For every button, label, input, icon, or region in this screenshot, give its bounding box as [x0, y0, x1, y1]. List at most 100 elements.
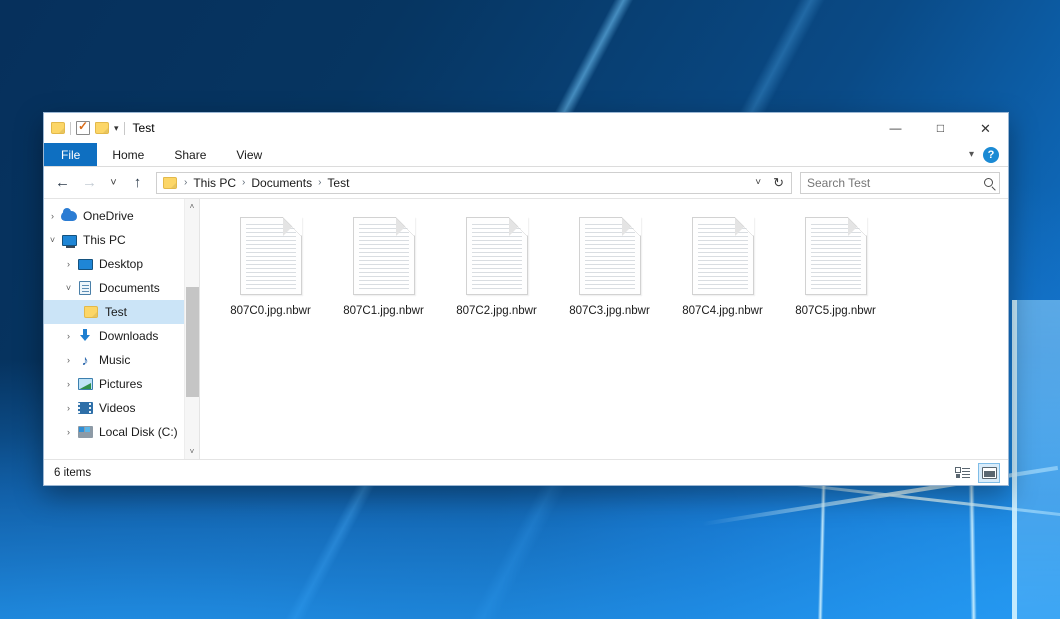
breadcrumb-item-documents[interactable]: Documents — [248, 176, 315, 190]
sidebar-item-label: This PC — [83, 233, 126, 247]
sidebar-item-label: Desktop — [99, 257, 143, 271]
chevron-down-icon[interactable]: ▾ — [969, 149, 974, 160]
ribbon-tab-bar: File Home Share View ▾ ? — [44, 143, 1008, 167]
sidebar-item-label: Documents — [99, 281, 160, 295]
breadcrumb[interactable]: › This PC › Documents › Test ˅ ↻ — [156, 172, 792, 194]
sidebar-item-pictures[interactable]: › Pictures — [44, 372, 184, 396]
file-icon-wrapper — [353, 213, 415, 299]
scroll-up-button[interactable]: ˄ — [185, 199, 200, 214]
chevron-right-icon[interactable]: › — [60, 259, 77, 269]
window-title: Test — [133, 121, 155, 135]
onedrive-icon — [61, 208, 77, 224]
sidebar-item-label: Videos — [99, 401, 135, 415]
file-item[interactable]: 807C5.jpg.nbwr — [779, 211, 892, 317]
refresh-icon[interactable]: ↻ — [768, 175, 789, 191]
sidebar-item-music[interactable]: › ♪ Music — [44, 348, 184, 372]
breadcrumb-item-test[interactable]: Test — [324, 176, 352, 190]
file-name-label: 807C4.jpg.nbwr — [682, 305, 763, 317]
chevron-right-icon[interactable]: › — [44, 211, 61, 221]
file-list-area[interactable]: 807C0.jpg.nbwr 807C1.jpg.nbwr — [200, 199, 1008, 459]
file-name-label: 807C1.jpg.nbwr — [343, 305, 424, 317]
file-name-label: 807C3.jpg.nbwr — [569, 305, 650, 317]
sidebar-item-documents[interactable]: ˅ Documents — [44, 276, 184, 300]
scrollbar-thumb[interactable] — [186, 287, 199, 397]
file-item[interactable]: 807C0.jpg.nbwr — [214, 211, 327, 317]
chevron-down-icon[interactable]: ˅ — [44, 235, 61, 245]
search-icon[interactable] — [984, 178, 993, 187]
search-box[interactable] — [800, 172, 1000, 194]
breadcrumb-separator-2: › — [315, 177, 324, 188]
tab-share[interactable]: Share — [159, 143, 221, 166]
search-input[interactable] — [807, 176, 980, 190]
folder-icon[interactable] — [51, 122, 65, 134]
file-item[interactable]: 807C2.jpg.nbwr — [440, 211, 553, 317]
quick-access-toolbar: ▾ — [44, 121, 125, 135]
file-name-label: 807C0.jpg.nbwr — [230, 305, 311, 317]
file-item[interactable]: 807C1.jpg.nbwr — [327, 211, 440, 317]
ribbon-right-controls: ▾ ? — [969, 143, 1008, 166]
scrollbar-track[interactable] — [185, 214, 200, 444]
tab-home[interactable]: Home — [97, 143, 159, 166]
details-view-button[interactable] — [951, 463, 973, 483]
file-item[interactable]: 807C4.jpg.nbwr — [666, 211, 779, 317]
address-bar: ← → ˅ ↑ › This PC › Documents › Test ˅ ↻ — [44, 167, 1008, 198]
chevron-right-icon[interactable]: › — [60, 355, 77, 365]
generic-document-icon — [353, 217, 415, 295]
sidebar-item-test[interactable]: Test — [44, 300, 184, 324]
file-icon-wrapper — [692, 213, 754, 299]
disk-icon — [77, 424, 93, 440]
maximize-icon: □ — [937, 122, 944, 134]
sidebar-item-onedrive[interactable]: › OneDrive — [44, 204, 184, 228]
chevron-right-icon[interactable]: › — [60, 331, 77, 341]
chevron-down-icon[interactable]: ˅ — [60, 283, 77, 293]
breadcrumb-item-this-pc[interactable]: This PC — [190, 176, 239, 190]
file-icon-wrapper — [805, 213, 867, 299]
minimize-button[interactable]: — — [873, 113, 918, 143]
desktop: ▾ Test — □ ✕ File Home Share View — [0, 0, 1060, 619]
back-button[interactable]: ← — [50, 170, 75, 195]
music-icon: ♪ — [77, 352, 93, 368]
title-bar: ▾ Test — □ ✕ — [44, 113, 1008, 143]
tab-view[interactable]: View — [221, 143, 277, 166]
details-view-icon — [955, 467, 970, 478]
sidebar-item-label: OneDrive — [83, 209, 134, 223]
chevron-right-icon[interactable]: › — [60, 427, 77, 437]
sidebar-item-desktop[interactable]: › Desktop — [44, 252, 184, 276]
documents-icon — [77, 280, 93, 296]
breadcrumb-separator-0: › — [181, 177, 190, 188]
explorer-body: › OneDrive ˅ This PC › Desktop — [44, 198, 1008, 459]
toolbar-divider — [70, 122, 71, 135]
navigation-scrollbar[interactable]: ˄ ˅ — [184, 199, 199, 459]
status-bar: 6 items — [44, 459, 1008, 485]
generic-document-icon — [466, 217, 528, 295]
close-button[interactable]: ✕ — [963, 113, 1008, 143]
window-controls: — □ ✕ — [873, 113, 1008, 143]
sidebar-item-local-disk[interactable]: › Local Disk (C:) — [44, 420, 184, 444]
forward-button: → — [77, 170, 102, 195]
large-icons-view-button[interactable] — [978, 463, 1000, 483]
properties-checkbox-icon[interactable] — [76, 121, 90, 135]
item-count-label: 6 items — [54, 467, 91, 479]
generic-document-icon — [579, 217, 641, 295]
recent-locations-button[interactable]: ˅ — [104, 170, 123, 195]
chevron-right-icon[interactable]: › — [60, 379, 77, 389]
help-icon[interactable]: ? — [983, 147, 999, 163]
sidebar-item-this-pc[interactable]: ˅ This PC — [44, 228, 184, 252]
chevron-down-icon[interactable]: ▾ — [114, 123, 119, 134]
up-button[interactable]: ↑ — [125, 170, 150, 195]
sidebar-item-downloads[interactable]: › Downloads — [44, 324, 184, 348]
scroll-down-button[interactable]: ˅ — [185, 444, 200, 459]
new-folder-icon[interactable] — [95, 122, 109, 134]
sidebar-item-videos[interactable]: › Videos — [44, 396, 184, 420]
breadcrumb-tail: ˅ ↻ — [750, 175, 789, 191]
tab-file[interactable]: File — [44, 143, 97, 166]
generic-document-icon — [692, 217, 754, 295]
file-icon-wrapper — [579, 213, 641, 299]
videos-icon — [77, 400, 93, 416]
maximize-button[interactable]: □ — [918, 113, 963, 143]
file-item[interactable]: 807C3.jpg.nbwr — [553, 211, 666, 317]
breadcrumb-dropdown-icon[interactable]: ˅ — [750, 177, 766, 188]
chevron-right-icon[interactable]: › — [60, 403, 77, 413]
toolbar-divider-2 — [124, 122, 125, 135]
large-icons-view-icon — [982, 467, 997, 479]
